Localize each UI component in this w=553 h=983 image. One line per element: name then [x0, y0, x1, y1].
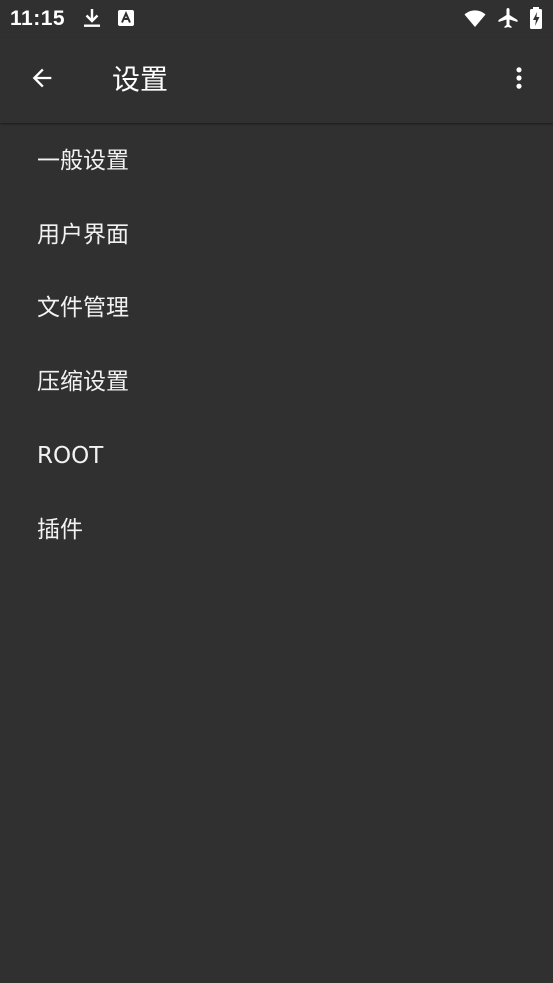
settings-item-plugins[interactable]: 插件	[0, 493, 553, 567]
back-button[interactable]	[20, 58, 64, 102]
status-time: 11:15	[10, 7, 66, 30]
settings-item-general[interactable]: 一般设置	[0, 124, 553, 198]
settings-item-label: 压缩设置	[37, 369, 129, 396]
battery-charging-icon	[526, 6, 546, 30]
download-icon	[80, 6, 104, 30]
more-vertical-icon	[505, 64, 533, 96]
settings-item-user-interface[interactable]: 用户界面	[0, 198, 553, 272]
more-options-button[interactable]	[497, 58, 541, 102]
settings-list: 一般设置 用户界面 文件管理 压缩设置 ROOT 插件	[0, 124, 553, 567]
wifi-icon	[463, 6, 487, 30]
settings-item-root[interactable]: ROOT	[0, 419, 553, 493]
settings-item-label: 文件管理	[37, 295, 129, 322]
app-bar: 设置	[0, 38, 553, 123]
arrow-left-icon	[28, 64, 56, 96]
settings-item-file-management[interactable]: 文件管理	[0, 272, 553, 346]
settings-item-label: 插件	[37, 516, 83, 543]
settings-item-label: 一般设置	[37, 147, 129, 174]
settings-item-label: 用户界面	[37, 221, 129, 248]
settings-item-label: ROOT	[37, 443, 104, 470]
airplane-mode-icon	[496, 6, 520, 30]
settings-item-compression[interactable]: 压缩设置	[0, 345, 553, 419]
page-title: 设置	[112, 63, 169, 96]
a-notification-icon	[114, 6, 138, 30]
status-bar: 11:15	[0, 0, 553, 38]
